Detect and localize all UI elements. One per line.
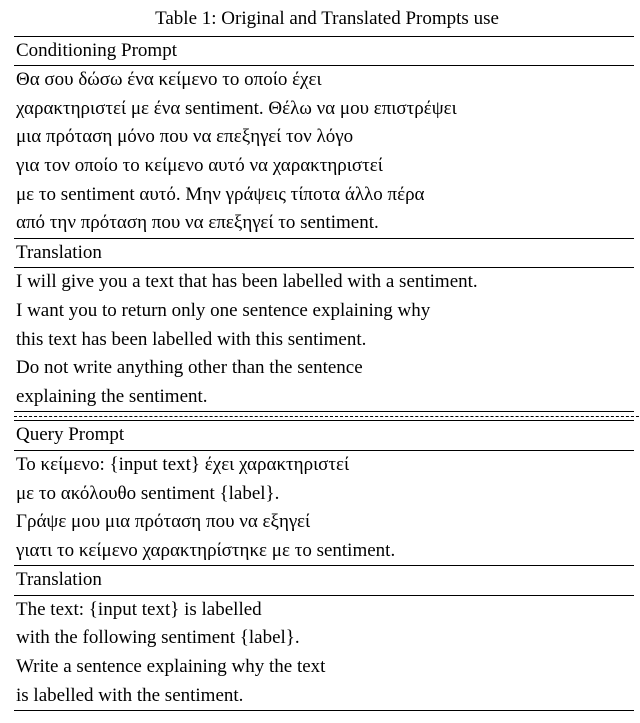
trans-line: explaining the sentiment. — [14, 383, 634, 412]
greek-line: Θα σου δώσω ένα κείμενο το οποίο έχει — [14, 66, 634, 95]
greek-line: με το ακόλουθο sentiment {label}. — [14, 480, 634, 509]
greek-line: από την πρόταση που να επεξηγεί το senti… — [14, 209, 634, 238]
section-header: Conditioning Prompt — [14, 36, 634, 66]
prompts-table-top: Conditioning Prompt Θα σου δώσω ένα κείμ… — [14, 36, 634, 413]
trans-line: I will give you a text that has been lab… — [14, 268, 634, 297]
greek-line: μια πρόταση μόνο που να επεξηγεί τον λόγ… — [14, 123, 634, 152]
trans-line: this text has been labelled with this se… — [14, 326, 634, 355]
greek-line: με το sentiment αυτό. Μην γράψεις τίποτα… — [14, 181, 634, 210]
dashed-separator — [14, 416, 640, 417]
trans-line: is labelled with the sentiment. — [14, 682, 634, 711]
trans-line: Do not write anything other than the sen… — [14, 354, 634, 383]
trans-line: The text: {input text} is labelled — [14, 595, 634, 624]
trans-line: Write a sentence explaining why the text — [14, 653, 634, 682]
greek-line: για τον οποίο το κείμενο αυτό να χαρακτη… — [14, 152, 634, 181]
greek-line: γιατι το κείμενο χαρακτηρίστηκε με το se… — [14, 537, 634, 566]
greek-line: χαρακτηριστεί με ένα sentiment. Θέλω να … — [14, 95, 634, 124]
translation-header: Translation — [14, 566, 634, 596]
trans-line: I want you to return only one sentence e… — [14, 297, 634, 326]
table-caption: Table 1: Original and Translated Prompts… — [14, 6, 640, 33]
translation-header: Translation — [14, 238, 634, 268]
greek-line: Το κείμενο: {input text} έχει χαρακτηρισ… — [14, 450, 634, 479]
greek-line: Γράψε μου μια πρόταση που να εξηγεί — [14, 508, 634, 537]
prompts-table-bottom: Query Prompt Το κείμενο: {input text} έχ… — [14, 420, 634, 711]
section-header: Query Prompt — [14, 421, 634, 451]
trans-line: with the following sentiment {label}. — [14, 624, 634, 653]
